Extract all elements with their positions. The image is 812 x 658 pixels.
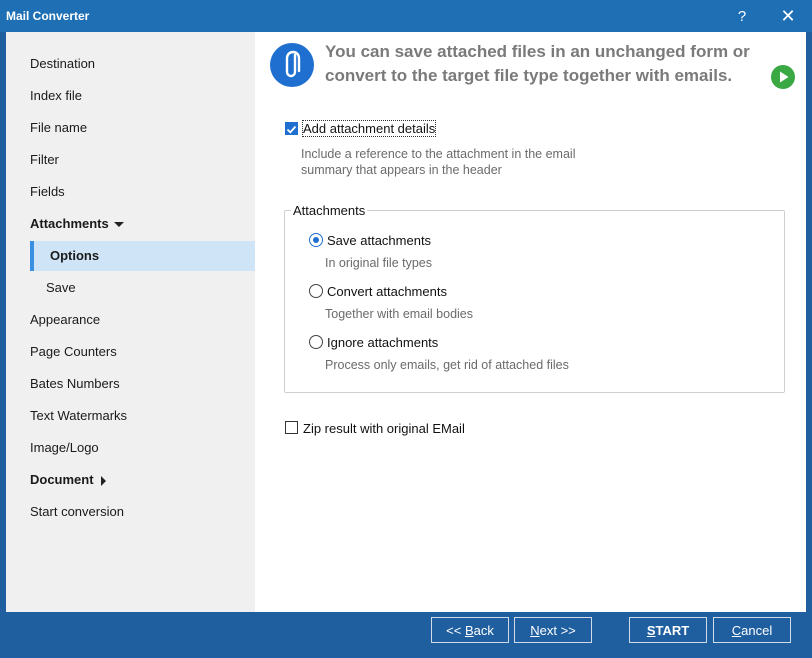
sidebar-item-image-logo[interactable]: Image/Logo [6,433,255,463]
help-button[interactable]: ? [720,0,764,32]
header-description: You can save attached files in an unchan… [325,42,750,85]
radio-ignore-label[interactable]: Ignore attachments [327,335,438,350]
sidebar-item-page-counters[interactable]: Page Counters [6,337,255,367]
back-button-prefix: << [446,622,465,638]
sidebar-item-options[interactable]: Options [30,241,255,271]
radio-convert-desc: Together with email bodies [325,307,473,321]
play-icon[interactable] [771,65,795,89]
start-button[interactable]: S TART [629,617,707,643]
add-details-checkbox[interactable] [285,122,298,135]
add-details-desc-line2: summary that appears in the header [301,163,502,177]
close-button[interactable]: ✕ [766,0,810,32]
caret-down-icon [113,222,124,228]
sidebar-item-destination[interactable]: Destination [6,49,255,79]
zip-result-label[interactable]: Zip result with original EMail [303,421,465,436]
sidebar-item-filter[interactable]: Filter [6,145,255,175]
checkmark-icon [286,125,297,134]
sidebar-item-file-name[interactable]: File name [6,113,255,143]
back-button[interactable]: << Back [431,617,509,643]
next-button-rest: ext >> [539,622,576,638]
options-panel: You can save attached files in an unchan… [255,32,806,612]
sidebar-item-save[interactable]: Save [6,273,255,303]
sidebar-item-text-watermarks[interactable]: Text Watermarks [6,401,255,431]
dialog-body: Destination Index file File name Filter … [6,32,806,612]
add-details-label[interactable]: Add attachment details [301,120,437,137]
radio-save-attachments[interactable] [309,233,323,247]
sidebar-item-attachments-label: Attachments [30,216,109,231]
cancel-button-key: C [731,622,742,638]
next-button-key: N [530,622,540,638]
sidebar-item-bates-numbers[interactable]: Bates Numbers [6,369,255,399]
cancel-button[interactable]: Cancel [713,617,791,643]
start-button-key: S [646,622,656,638]
footer-bar: << Back Next >> S TART Cancel [6,612,806,652]
caret-right-icon [100,475,106,486]
start-button-rest: TART [655,622,690,638]
back-button-rest: ack [473,622,494,638]
window-title: Mail Converter [6,9,90,23]
sidebar-item-start-conversion[interactable]: Start conversion [6,497,255,527]
sidebar-item-document[interactable]: Document [6,465,255,495]
sidebar-item-appearance[interactable]: Appearance [6,305,255,335]
radio-convert-attachments[interactable] [309,284,323,298]
zip-result-checkbox[interactable] [285,421,298,434]
next-button[interactable]: Next >> [514,617,592,643]
radio-convert-label[interactable]: Convert attachments [327,284,447,299]
title-bar: Mail Converter ? ✕ [0,0,812,32]
add-details-desc-line1: Include a reference to the attachment in… [301,147,576,161]
cancel-button-rest: ancel [741,622,773,638]
sidebar-item-fields[interactable]: Fields [6,177,255,207]
radio-ignore-desc: Process only emails, get rid of attached… [325,358,569,372]
radio-save-desc: In original file types [325,256,433,270]
mail-converter-window: Mail Converter ? ✕ Destination Index fil… [0,0,812,658]
sidebar-item-index-file[interactable]: Index file [6,81,255,111]
radio-ignore-attachments[interactable] [309,335,323,349]
back-button-key: B [464,622,474,638]
sidebar-item-attachments[interactable]: Attachments [6,209,255,239]
radio-save-label[interactable]: Save attachments [327,233,431,248]
paperclip-icon [270,43,314,87]
sidebar-item-document-label: Document [30,472,94,487]
attachments-group-title: Attachments [291,203,368,218]
sidebar-nav: Destination Index file File name Filter … [6,32,255,612]
